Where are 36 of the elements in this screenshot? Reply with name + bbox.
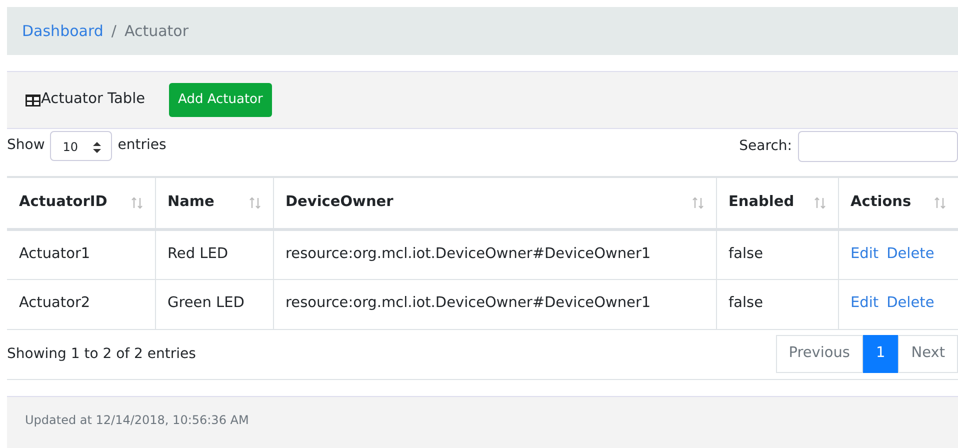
sort-icon[interactable] [130,196,142,209]
search-field[interactable] [798,131,958,162]
breadcrumb-current: Actuator [124,20,189,42]
table-cell: Actuator1 [19,246,90,262]
add-button[interactable]: Add Actuator [169,83,272,117]
updated-timestamp: Updated at 12/14/2018, 10:56:36 AM [7,396,958,448]
sort-icon[interactable] [248,196,260,209]
table-cell: Red LED [168,246,228,262]
entries-select[interactable]: 10 [50,131,112,161]
updown-caret-icon [92,142,101,152]
entries-label: entries [118,136,166,155]
breadcrumb-link[interactable]: Dashboard [22,20,104,42]
delete-link[interactable]: Delete [886,295,934,312]
table-cell: Actuator2 [19,295,90,312]
sort-icon[interactable] [814,196,826,209]
entries-info: Showing 1 to 2 of 2 entries [7,344,196,364]
edit-link[interactable]: Edit [850,246,879,262]
edit-link[interactable]: Edit [850,295,879,312]
table-icon [25,94,41,106]
card-title: Actuator Table [41,90,146,110]
column-header[interactable]: Name [168,192,214,214]
sort-icon[interactable] [692,196,704,209]
page-link[interactable]: 1 [862,335,898,373]
table-cell: resource:org.mcl.iot.DeviceOwner#DeviceOwner1 [286,246,651,262]
page-link[interactable]: Next [898,335,958,373]
delete-link[interactable]: Delete [886,246,934,262]
sort-icon[interactable] [934,196,946,209]
table-cell: false [728,295,763,312]
table-cell: false [728,246,763,262]
show-label: Show [7,136,45,155]
breadcrumb-separator: / [111,20,116,42]
page-link[interactable]: Previous [776,335,863,373]
search-label: Search: [739,137,792,156]
table-cell: Green LED [168,295,244,312]
table-cell: resource:org.mcl.iot.DeviceOwner#DeviceOwner1 [286,295,651,312]
column-header[interactable]: DeviceOwner [286,192,394,214]
